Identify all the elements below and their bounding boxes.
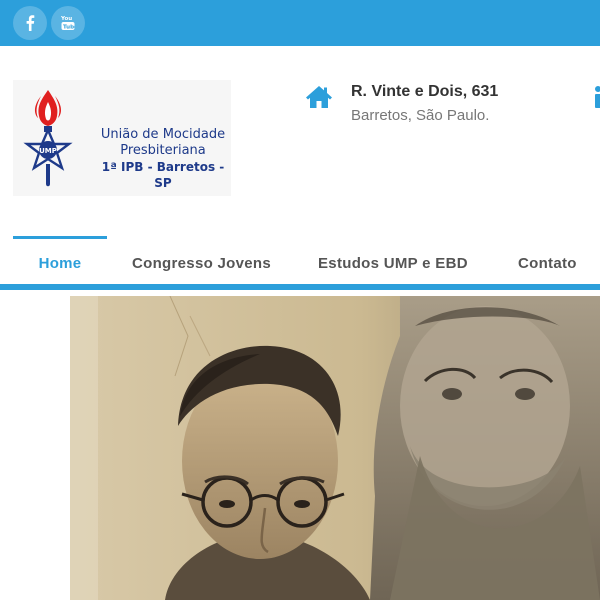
top-social-bar: You Tube (0, 0, 600, 46)
home-icon (306, 86, 332, 108)
main-navigation: Home Congresso Jovens Estudos UMP e EBD … (0, 236, 600, 290)
facebook-button[interactable] (13, 6, 47, 40)
site-header: UMP União de Mocidade Presbiteriana 1ª I… (0, 46, 600, 236)
nav-item-home[interactable]: Home (13, 236, 107, 290)
hero-image (70, 296, 600, 600)
logo-line-2: Presbiteriana (120, 143, 206, 158)
youtube-button[interactable]: You Tube (51, 6, 85, 40)
facebook-icon (26, 15, 35, 31)
info-icon (595, 86, 600, 108)
logo-line-3: 1ª IPB - Barretos - SP (101, 160, 225, 190)
youtube-icon: You Tube (61, 16, 75, 30)
svg-text:You: You (61, 16, 72, 22)
hero-illustration (70, 296, 600, 600)
nav-item-estudos-ump-ebd[interactable]: Estudos UMP e EBD (318, 236, 468, 290)
logo-line-1: União de Mocidade (100, 127, 226, 142)
logo-text: União de Mocidade Presbiteriana 1ª IPB -… (99, 127, 227, 191)
ump-emblem-icon: UMP (23, 90, 73, 187)
svg-text:Tube: Tube (63, 24, 75, 30)
svg-text:UMP: UMP (39, 147, 57, 155)
address-title: R. Vinte e Dois, 631 (351, 83, 499, 100)
site-logo[interactable]: UMP União de Mocidade Presbiteriana 1ª I… (13, 80, 231, 196)
nav-item-contato[interactable]: Contato (518, 236, 577, 290)
address-subtitle: Barretos, São Paulo. (351, 107, 490, 124)
nav-item-congresso-jovens[interactable]: Congresso Jovens (132, 236, 271, 290)
